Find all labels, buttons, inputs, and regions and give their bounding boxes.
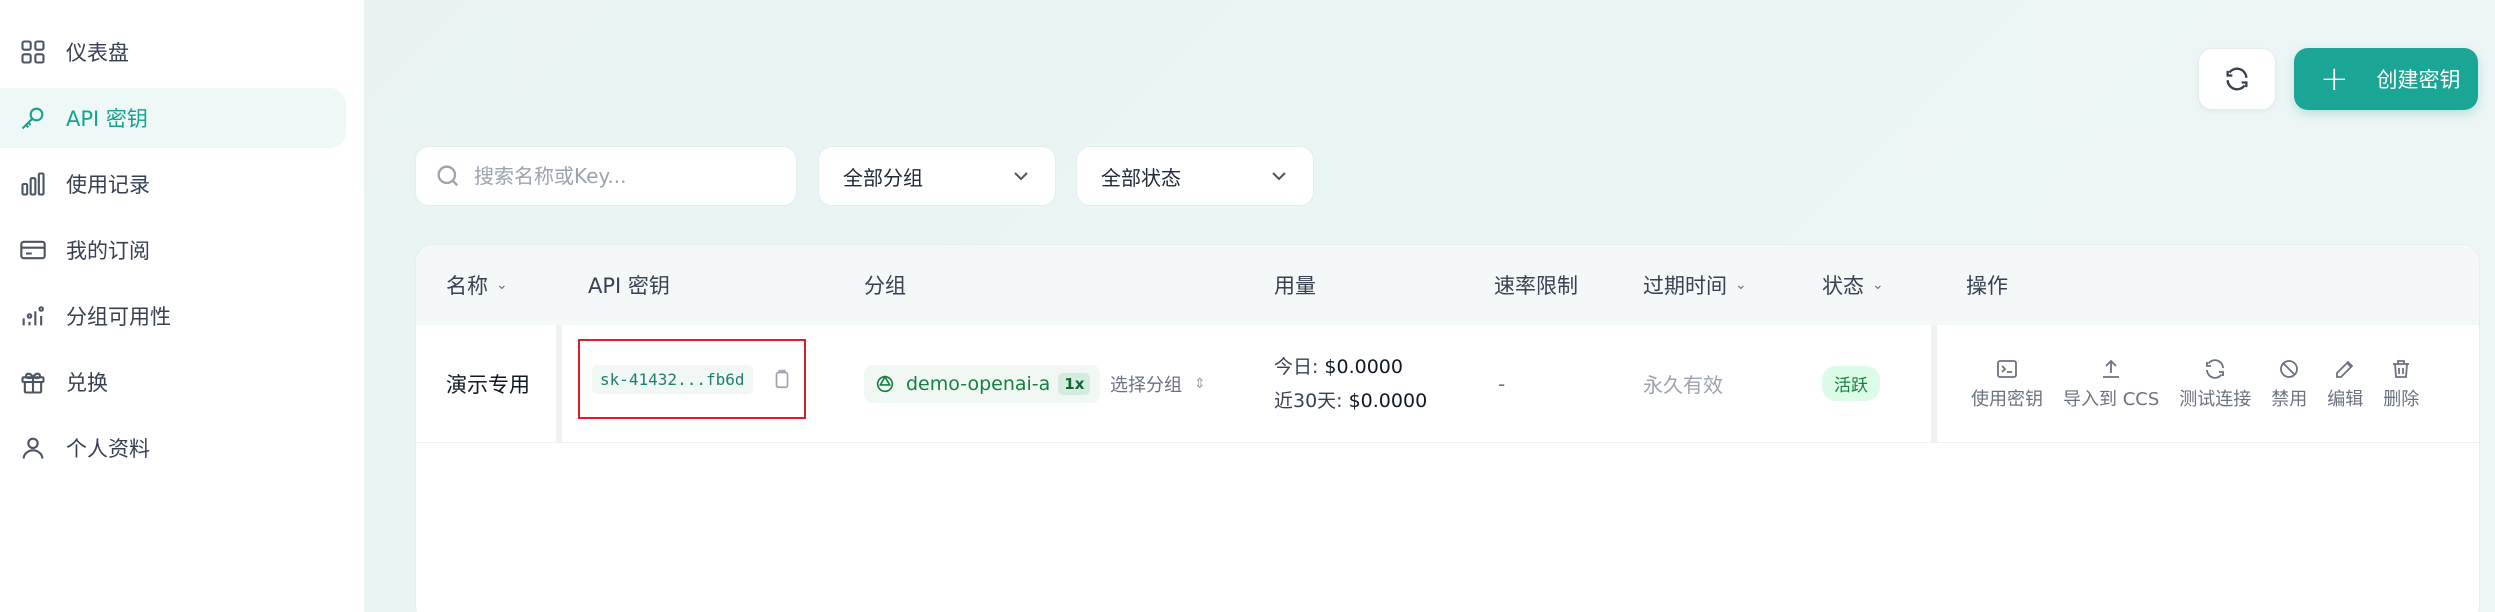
refresh-icon — [2206, 358, 2225, 379]
sidebar-item-group-availability[interactable]: 分组可用性 — [0, 286, 346, 346]
group-select-value: 全部分组 — [843, 165, 923, 190]
group-select[interactable]: 全部分组 — [818, 146, 1056, 206]
header-actions: 操作 — [1966, 270, 2008, 300]
sidebar: 仪表盘 API 密钥 使用记录 我的订阅 分组可用性 兑换 个人资料 — [0, 0, 365, 612]
chevron-updown-icon: ⇕ — [1194, 375, 1206, 392]
create-key-label: 创建密钥 — [2376, 68, 2461, 92]
header-group-label: 分组 — [864, 274, 906, 298]
select-group-dropdown[interactable]: 选择分组 ⇕ — [1110, 371, 1206, 397]
header-rate-label: 速率限制 — [1494, 274, 1578, 298]
action-label: 删除 — [2383, 388, 2420, 410]
action-label: 导入到 CCS — [2063, 388, 2160, 410]
app-root: 仪表盘 API 密钥 使用记录 我的订阅 分组可用性 兑换 个人资料 + 创建密… — [0, 0, 2495, 612]
sidebar-item-label: 分组可用性 — [66, 305, 171, 329]
api-key-highlight: sk-41432...fb6d — [578, 339, 806, 419]
refresh-button[interactable] — [2198, 48, 2276, 110]
user-icon — [18, 433, 48, 463]
pencil-icon — [2336, 360, 2354, 378]
usage-30d-label: 近30天: — [1274, 389, 1343, 412]
row-actions: 使用密钥 导入到 CCS 测试连接 禁用 编辑 删除 — [1971, 357, 2439, 411]
bar-chart-icon — [18, 169, 48, 199]
dashboard-icon — [18, 37, 48, 67]
test-connection-action[interactable]: 测试连接 — [2179, 357, 2251, 411]
table-header: 名称 ⌄ API 密钥 分组 用量 速率限制 过期时间 ⌄ 状态 ⌄ 操作 — [416, 245, 2479, 325]
upload-icon — [2103, 359, 2120, 378]
header-expire[interactable]: 过期时间 ⌄ — [1643, 270, 1747, 300]
usage-today-label: 今日: — [1274, 355, 1319, 378]
sidebar-item-profile[interactable]: 个人资料 — [0, 418, 346, 478]
header-actions-label: 操作 — [1966, 274, 2008, 298]
search-icon — [437, 165, 459, 187]
use-key-action[interactable]: 使用密钥 — [1971, 357, 2043, 411]
sidebar-item-subscriptions[interactable]: 我的订阅 — [0, 220, 346, 280]
search-field[interactable] — [415, 146, 797, 206]
credit-card-icon — [18, 235, 48, 265]
sidebar-item-label: API 密钥 — [66, 107, 148, 131]
chevron-down-icon — [1272, 172, 1286, 181]
action-label: 编辑 — [2327, 388, 2364, 410]
sidebar-item-dashboard[interactable]: 仪表盘 — [0, 22, 346, 82]
usage-cell: 今日: $0.0000 近30天: $0.0000 — [1274, 350, 1427, 418]
header-status[interactable]: 状态 ⌄ — [1822, 270, 1884, 300]
edit-action[interactable]: 编辑 — [2327, 357, 2363, 411]
ban-icon — [2280, 359, 2299, 378]
delete-action[interactable]: 删除 — [2383, 357, 2419, 411]
header-usage-label: 用量 — [1274, 274, 1316, 298]
header-name-label: 名称 — [446, 274, 488, 298]
rate-limit: - — [1498, 371, 1506, 396]
trash-icon — [2393, 359, 2410, 378]
terminal-icon — [1997, 359, 2017, 378]
sidebar-item-label: 仪表盘 — [66, 41, 129, 65]
copy-icon[interactable] — [771, 368, 793, 390]
plus-icon: + — [2320, 59, 2349, 99]
usage-30d: 近30天: $0.0000 — [1274, 384, 1427, 418]
key-icon — [18, 103, 48, 133]
signal-icon — [18, 301, 48, 331]
select-group-label: 选择分组 — [1110, 374, 1182, 396]
sidebar-item-label: 使用记录 — [66, 173, 150, 197]
sidebar-item-label: 我的订阅 — [66, 239, 150, 263]
header-group: 分组 — [864, 270, 906, 300]
api-key-value[interactable]: sk-41432...fb6d — [592, 364, 753, 394]
sidebar-item-api-keys[interactable]: API 密钥 — [0, 88, 346, 148]
status-select-value: 全部状态 — [1101, 165, 1181, 190]
multiplier-badge: 1x — [1058, 372, 1091, 395]
api-keys-table: 名称 ⌄ API 密钥 分组 用量 速率限制 过期时间 ⌄ 状态 ⌄ 操作 演示… — [415, 244, 2480, 612]
group-badge: demo-openai-a 1x — [864, 364, 1101, 403]
header-expire-label: 过期时间 — [1643, 274, 1727, 298]
sort-icon: ⌄ — [1872, 277, 1884, 293]
sort-icon: ⌄ — [496, 277, 508, 293]
sidebar-item-label: 个人资料 — [66, 437, 150, 461]
status-select[interactable]: 全部状态 — [1076, 146, 1314, 206]
action-label: 使用密钥 — [1971, 388, 2043, 410]
gift-icon — [18, 367, 48, 397]
sort-icon: ⌄ — [1735, 277, 1747, 293]
group-name: demo-openai-a — [906, 372, 1051, 395]
header-status-label: 状态 — [1822, 274, 1864, 298]
header-name[interactable]: 名称 ⌄ — [446, 270, 508, 300]
sidebar-item-usage[interactable]: 使用记录 — [0, 154, 346, 214]
create-key-button[interactable]: + 创建密钥 — [2294, 48, 2478, 110]
sidebar-item-label: 兑换 — [66, 371, 108, 395]
expire-time: 永久有效 — [1643, 373, 1723, 397]
search-input[interactable] — [474, 164, 774, 188]
header-usage: 用量 — [1274, 270, 1316, 300]
disable-action[interactable]: 禁用 — [2271, 357, 2307, 411]
status-badge: 活跃 — [1822, 366, 1880, 401]
import-ccs-action[interactable]: 导入到 CCS — [2063, 357, 2159, 411]
refresh-icon — [2226, 67, 2248, 91]
chevron-down-icon — [1014, 172, 1028, 181]
sidebar-item-redeem[interactable]: 兑换 — [0, 352, 346, 412]
action-label: 测试连接 — [2179, 388, 2252, 410]
table-row: 演示专用 sk-41432...fb6d demo-openai-a 1x 选择… — [416, 325, 2479, 443]
usage-today-value: $0.0000 — [1324, 355, 1403, 378]
header-rate: 速率限制 — [1494, 270, 1578, 300]
openai-icon — [874, 373, 896, 395]
header-key-label: API 密钥 — [588, 274, 670, 298]
usage-today: 今日: $0.0000 — [1274, 350, 1403, 384]
header-key: API 密钥 — [588, 270, 670, 300]
action-label: 禁用 — [2271, 388, 2308, 410]
usage-30d-value: $0.0000 — [1348, 389, 1428, 412]
key-name: 演示专用 — [446, 372, 530, 397]
